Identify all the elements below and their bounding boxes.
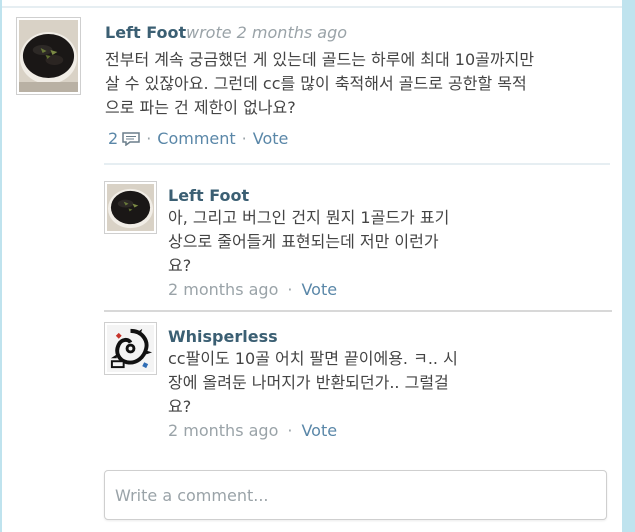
comment-line: 전부터 계속 궁금했던 게 있는데 골드는 하루에 최대 10골까지만 [105,50,535,69]
vote-link[interactable]: Vote [301,280,337,299]
reply-line: 장에 올려둔 나머지가 반환되던가.. 그럴걸 [168,373,449,392]
reply-count[interactable]: 2 [108,129,118,148]
reply-actions: 2 months ago · Vote [168,280,337,299]
reply-author[interactable]: Whisperless [168,327,278,346]
avatar-image [107,325,154,372]
avatar[interactable] [104,322,157,375]
separator: · [287,421,293,440]
reply-author[interactable]: Left Foot [168,186,249,205]
separator: · [146,129,152,148]
vote-link[interactable]: Vote [301,421,337,440]
avatar[interactable] [104,181,157,234]
avatar-image [19,20,78,92]
reply-line: 요? [168,397,192,416]
reply-timestamp: 2 months ago [168,280,279,299]
separator: · [287,280,293,299]
speech-bubble-icon[interactable] [122,131,140,150]
reply-body: cc팔이도 10골 어치 팔면 끝이에용. ㅋ.. 시 장에 올려둔 나머지가 … [168,347,498,419]
vote-link[interactable]: Vote [253,129,289,148]
reply-line: 아, 그리고 버그인 건지 뭔지 1골드가 표기 [168,208,450,227]
comment-line: 살 수 있잖아요. 그런데 cc를 많이 축적해서 골드로 공한할 목적 [105,74,527,93]
reply-body: 아, 그리고 버그인 건지 뭔지 1골드가 표기 상으로 줄어들게 표현되는데 … [168,206,498,278]
write-comment-input[interactable] [104,470,607,520]
comment-link[interactable]: Comment [157,129,235,148]
comment-line: 으로 파는 건 제한이 없나요? [105,98,296,117]
reply-line: cc팔이도 10골 어치 팔면 끝이에용. ㅋ.. 시 [168,349,458,368]
comment-author[interactable]: Left Foot [105,23,186,42]
reply-line: 상으로 줄어들게 표현되는데 저만 이런가 [168,232,439,251]
top-divider [2,6,622,8]
comment-body: 전부터 계속 궁금했던 게 있는데 골드는 하루에 최대 10골까지만 살 수 … [105,48,605,120]
reply-divider [104,310,612,312]
avatar[interactable] [16,17,81,95]
comment-actions: 2 · Comment · Vote [108,129,288,150]
avatar-image [107,184,154,231]
separator: · [241,129,247,148]
comment-timestamp: wrote 2 months ago [186,23,348,42]
thread-divider [104,163,610,165]
reply-actions: 2 months ago · Vote [168,421,337,440]
reply-timestamp: 2 months ago [168,421,279,440]
reply-line: 요? [168,256,192,275]
comment-thread: Left Foot wrote 2 months ago 전부터 계속 궁금했던… [2,0,622,532]
